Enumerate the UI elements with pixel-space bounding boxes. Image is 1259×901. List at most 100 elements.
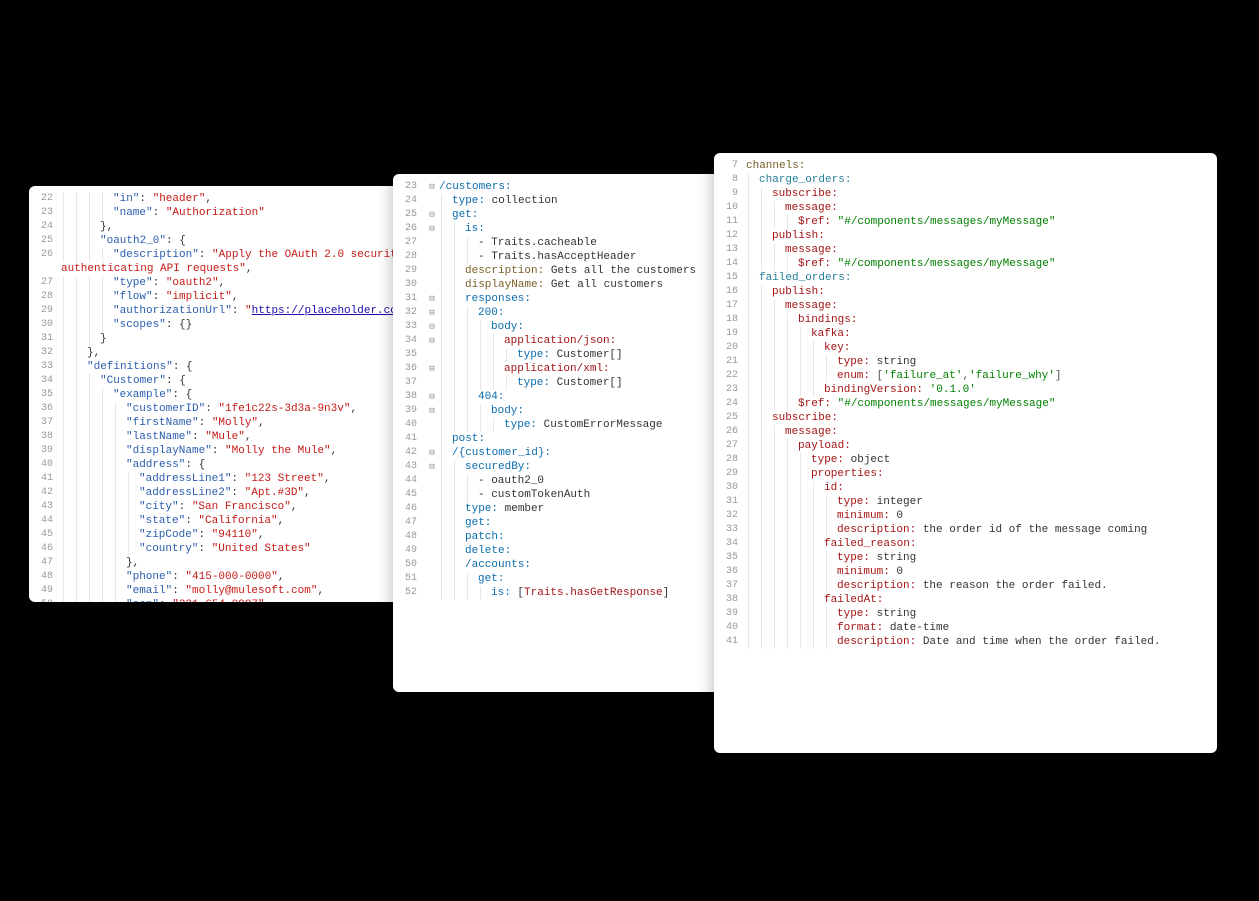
code-line[interactable]: 41description: Date and time when the or…	[714, 635, 1217, 649]
code-line[interactable]: 37type: Customer[]	[393, 376, 731, 390]
code-content[interactable]: },	[61, 220, 113, 234]
code-content[interactable]: 404:	[439, 390, 504, 404]
code-content[interactable]: "scopes": {}	[61, 318, 192, 332]
code-line[interactable]: 30displayName: Get all customers	[393, 278, 731, 292]
code-content[interactable]: type: string	[746, 551, 916, 565]
code-line[interactable]: 38"lastName": "Mule",	[29, 430, 407, 444]
fold-gutter[interactable]: ⊟	[425, 208, 439, 222]
code-content[interactable]: message:	[746, 299, 838, 313]
code-content[interactable]: - Traits.hasAcceptHeader	[439, 250, 636, 264]
code-content[interactable]: "in": "header",	[61, 192, 212, 206]
code-line[interactable]: 18bindings:	[714, 313, 1217, 327]
code-line[interactable]: 51get:	[393, 572, 731, 586]
code-content[interactable]: "firstName": "Molly",	[61, 416, 265, 430]
code-line[interactable]: 35"example": {	[29, 388, 407, 402]
code-line[interactable]: 50/accounts:	[393, 558, 731, 572]
code-content[interactable]: message:	[746, 243, 838, 257]
fold-gutter[interactable]: ⊟	[425, 306, 439, 320]
code-line[interactable]: 7channels:	[714, 159, 1217, 173]
code-line[interactable]: 44"state": "California",	[29, 514, 407, 528]
fold-gutter[interactable]: ⊟	[425, 404, 439, 418]
code-content[interactable]: },	[61, 346, 100, 360]
code-line[interactable]: 9subscribe:	[714, 187, 1217, 201]
code-content[interactable]: $ref: "#/components/messages/myMessage"	[746, 215, 1055, 229]
code-content[interactable]: type: string	[746, 355, 916, 369]
code-line[interactable]: 39type: string	[714, 607, 1217, 621]
code-content[interactable]: "description": "Apply the OAuth 2.0 secu…	[61, 248, 407, 262]
fold-gutter[interactable]: ⊟	[425, 334, 439, 348]
code-line[interactable]: 48"phone": "415-000-0000",	[29, 570, 407, 584]
code-line[interactable]: 26⊟is:	[393, 222, 731, 236]
code-content[interactable]: "flow": "implicit",	[61, 290, 238, 304]
code-content[interactable]: "authorizationUrl": "https://placeholder…	[61, 304, 407, 318]
code-content[interactable]: type: collection	[439, 194, 558, 208]
code-content[interactable]: payload:	[746, 439, 851, 453]
code-content[interactable]: "address": {	[61, 458, 205, 472]
code-content[interactable]: format: date-time	[746, 621, 949, 635]
code-line[interactable]: 30id:	[714, 481, 1217, 495]
code-line[interactable]: 49"email": "molly@mulesoft.com",	[29, 584, 407, 598]
code-line[interactable]: 36minimum: 0	[714, 565, 1217, 579]
code-line[interactable]: 13message:	[714, 243, 1217, 257]
code-line[interactable]: 52is: [Traits.hasGetResponse]	[393, 586, 731, 600]
code-content[interactable]: "state": "California",	[61, 514, 284, 528]
code-content[interactable]: publish:	[746, 229, 825, 243]
code-line[interactable]: 32},	[29, 346, 407, 360]
code-line[interactable]: 37description: the reason the order fail…	[714, 579, 1217, 593]
code-content[interactable]: responses:	[439, 292, 531, 306]
code-content[interactable]: type: member	[439, 502, 544, 516]
code-line[interactable]: 40"address": {	[29, 458, 407, 472]
fold-gutter[interactable]: ⊟	[425, 292, 439, 306]
code-content[interactable]: description: the reason the order failed…	[746, 579, 1108, 593]
code-line[interactable]: 27payload:	[714, 439, 1217, 453]
code-content[interactable]: - oauth2_0	[439, 474, 544, 488]
code-line[interactable]: 48patch:	[393, 530, 731, 544]
code-line[interactable]: 42⊟/{customer_id}:	[393, 446, 731, 460]
code-content[interactable]: "addressLine2": "Apt.#3D",	[61, 486, 311, 500]
code-content[interactable]: key:	[746, 341, 850, 355]
code-line[interactable]: 23⊟/customers:	[393, 180, 731, 194]
code-content[interactable]: get:	[439, 516, 491, 530]
code-content[interactable]: failed_orders:	[746, 271, 851, 285]
code-line[interactable]: 24$ref: "#/components/messages/myMessage…	[714, 397, 1217, 411]
code-line[interactable]: 28- Traits.hasAcceptHeader	[393, 250, 731, 264]
code-content[interactable]: }	[61, 332, 107, 346]
code-line[interactable]: 16publish:	[714, 285, 1217, 299]
code-line[interactable]: 11$ref: "#/components/messages/myMessage…	[714, 215, 1217, 229]
fold-gutter[interactable]: ⊟	[425, 222, 439, 236]
code-line[interactable]: 33⊟body:	[393, 320, 731, 334]
code-content[interactable]: patch:	[439, 530, 505, 544]
code-content[interactable]: enum: ['failure_at','failure_why']	[746, 369, 1062, 383]
code-line[interactable]: 27"type": "oauth2",	[29, 276, 407, 290]
code-line[interactable]: 41"addressLine1": "123 Street",	[29, 472, 407, 486]
code-line[interactable]: 34failed_reason:	[714, 537, 1217, 551]
code-content[interactable]: "name": "Authorization"	[61, 206, 265, 220]
code-content[interactable]: "oauth2_0": {	[61, 234, 186, 248]
code-line[interactable]: 32⊟200:	[393, 306, 731, 320]
code-content[interactable]: message:	[746, 425, 838, 439]
fold-gutter[interactable]: ⊟	[425, 390, 439, 404]
code-content[interactable]: description: Date and time when the orde…	[746, 635, 1160, 649]
code-line[interactable]: 24},	[29, 220, 407, 234]
code-content[interactable]: is:	[439, 222, 485, 236]
code-content[interactable]: bindingVersion: '0.1.0'	[746, 383, 976, 397]
code-line[interactable]: 46type: member	[393, 502, 731, 516]
code-content[interactable]: channels:	[746, 159, 805, 173]
code-line[interactable]: 30"scopes": {}	[29, 318, 407, 332]
code-content[interactable]: minimum: 0	[746, 509, 903, 523]
code-content[interactable]: "phone": "415-000-0000",	[61, 570, 284, 584]
code-line[interactable]: 14$ref: "#/components/messages/myMessage…	[714, 257, 1217, 271]
fold-gutter[interactable]: ⊟	[425, 180, 439, 194]
code-line[interactable]: 26"description": "Apply the OAuth 2.0 se…	[29, 248, 407, 262]
code-content[interactable]: "example": {	[61, 388, 192, 402]
code-content[interactable]: get:	[439, 208, 478, 222]
fold-gutter[interactable]: ⊟	[425, 460, 439, 474]
code-line[interactable]: 19kafka:	[714, 327, 1217, 341]
code-content[interactable]: authenticating API requests",	[61, 262, 252, 276]
code-line[interactable]: authenticating API requests",	[29, 262, 407, 276]
code-content[interactable]: message:	[746, 201, 838, 215]
code-content[interactable]: kafka:	[746, 327, 851, 341]
code-line[interactable]: 10message:	[714, 201, 1217, 215]
code-content[interactable]: body:	[439, 320, 524, 334]
code-content[interactable]: "ssn": "321-654-0987",	[61, 598, 271, 602]
